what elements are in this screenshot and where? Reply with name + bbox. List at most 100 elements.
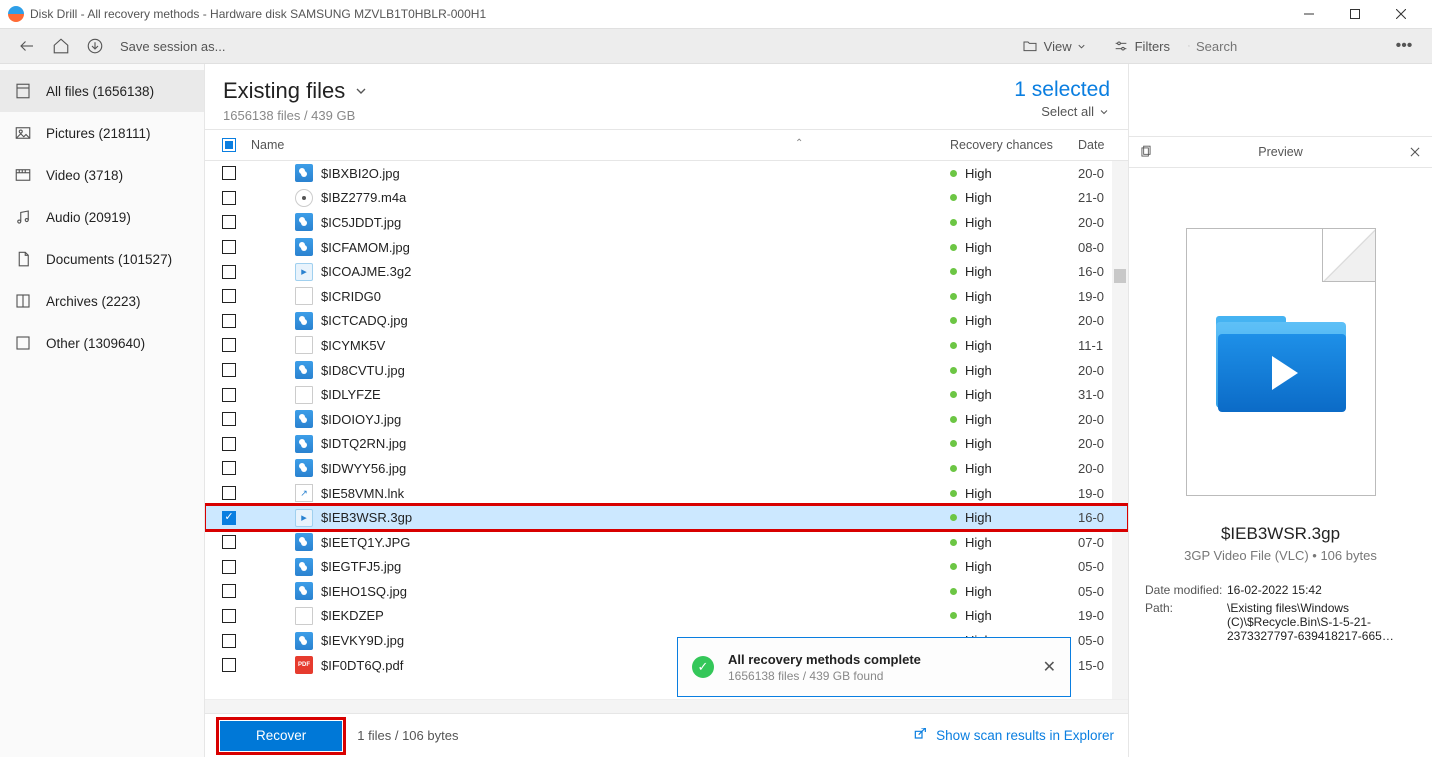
- chevron-down-icon: [1098, 106, 1110, 118]
- file-row[interactable]: $IE58VMN.lnkHigh19-0: [205, 481, 1128, 506]
- footer-status: 1 files / 106 bytes: [357, 728, 458, 743]
- copy-icon[interactable]: [1139, 145, 1153, 159]
- file-date: 16-0: [1078, 264, 1128, 279]
- file-checkbox[interactable]: [222, 511, 236, 525]
- file-checkbox[interactable]: [222, 461, 236, 475]
- maximize-button[interactable]: [1332, 0, 1378, 28]
- file-date: 19-0: [1078, 289, 1128, 304]
- search-box[interactable]: [1180, 31, 1380, 61]
- file-row[interactable]: $ICYMK5VHigh11-1: [205, 333, 1128, 358]
- file-row[interactable]: $IEHO1SQ.jpgHigh05-0: [205, 579, 1128, 604]
- file-name: $IC5JDDT.jpg: [321, 215, 950, 230]
- file-date: 31-0: [1078, 387, 1128, 402]
- file-type-icon: [295, 632, 313, 650]
- file-checkbox[interactable]: [222, 388, 236, 402]
- archive-icon: [14, 292, 32, 310]
- file-name: $IE58VMN.lnk: [321, 486, 950, 501]
- back-button[interactable]: [12, 31, 42, 61]
- file-date: 05-0: [1078, 584, 1128, 599]
- file-checkbox[interactable]: [222, 338, 236, 352]
- file-checkbox[interactable]: [222, 560, 236, 574]
- download-button[interactable]: [80, 31, 110, 61]
- file-row[interactable]: $IBXBI2O.jpgHigh20-0: [205, 161, 1128, 186]
- file-recovery-chance: High: [950, 436, 1078, 451]
- column-recovery[interactable]: Recovery chances: [950, 138, 1078, 152]
- sidebar-item-all-files[interactable]: All files (1656138): [0, 70, 204, 112]
- save-session-button[interactable]: Save session as...: [114, 39, 232, 54]
- column-date[interactable]: Date: [1078, 138, 1128, 152]
- play-icon: [1272, 356, 1298, 390]
- table-header: Name ⌃ Recovery chances Date: [205, 129, 1128, 161]
- file-checkbox[interactable]: [222, 191, 236, 205]
- file-date: 20-0: [1078, 461, 1128, 476]
- file-checkbox[interactable]: [222, 240, 236, 254]
- file-checkbox[interactable]: [222, 535, 236, 549]
- file-row[interactable]: $IDLYFZEHigh31-0: [205, 382, 1128, 407]
- home-button[interactable]: [46, 31, 76, 61]
- more-options-button[interactable]: •••: [1388, 37, 1420, 55]
- file-row[interactable]: $IEKDZEPHigh19-0: [205, 604, 1128, 629]
- file-recovery-chance: High: [950, 486, 1078, 501]
- file-recovery-chance: High: [950, 535, 1078, 550]
- file-row[interactable]: $ICOAJME.3g2High16-0: [205, 259, 1128, 284]
- document-icon: [14, 250, 32, 268]
- close-preview-button[interactable]: [1408, 145, 1422, 159]
- file-checkbox[interactable]: [222, 363, 236, 377]
- recover-highlight: Recover: [219, 720, 343, 752]
- file-recovery-chance: High: [950, 363, 1078, 378]
- file-row[interactable]: $IEB3WSR.3gpHigh16-0: [205, 505, 1128, 530]
- file-row[interactable]: $ICFAMOM.jpgHigh08-0: [205, 235, 1128, 260]
- meta-key: Date modified:: [1145, 583, 1227, 597]
- page-subtitle: 1656138 files / 439 GB: [223, 108, 369, 123]
- file-row[interactable]: $IDTQ2RN.jpgHigh20-0: [205, 432, 1128, 457]
- file-recovery-chance: High: [950, 510, 1078, 525]
- page-title[interactable]: Existing files: [223, 78, 369, 104]
- file-checkbox[interactable]: [222, 412, 236, 426]
- file-checkbox[interactable]: [222, 289, 236, 303]
- file-row[interactable]: $ICRIDG0High19-0: [205, 284, 1128, 309]
- file-row[interactable]: $ID8CVTU.jpgHigh20-0: [205, 358, 1128, 383]
- file-row[interactable]: $ICTCADQ.jpgHigh20-0: [205, 309, 1128, 334]
- file-checkbox[interactable]: [222, 609, 236, 623]
- sidebar-item-audio[interactable]: Audio (20919): [0, 196, 204, 238]
- sidebar-item-video[interactable]: Video (3718): [0, 154, 204, 196]
- file-checkbox[interactable]: [222, 584, 236, 598]
- file-checkbox[interactable]: [222, 215, 236, 229]
- select-all-checkbox[interactable]: [222, 138, 236, 152]
- recover-button[interactable]: Recover: [220, 721, 342, 751]
- file-row[interactable]: $IDOIOYJ.jpgHigh20-0: [205, 407, 1128, 432]
- file-checkbox[interactable]: [222, 658, 236, 672]
- sidebar-item-documents[interactable]: Documents (101527): [0, 238, 204, 280]
- column-name[interactable]: Name: [245, 138, 950, 152]
- file-checkbox[interactable]: [222, 634, 236, 648]
- file-checkbox[interactable]: [222, 486, 236, 500]
- file-row[interactable]: $IC5JDDT.jpgHigh20-0: [205, 210, 1128, 235]
- select-all-button[interactable]: Select all: [1014, 104, 1110, 119]
- minimize-button[interactable]: [1286, 0, 1332, 28]
- footer: Recover 1 files / 106 bytes Show scan re…: [205, 713, 1128, 757]
- sidebar-item-pictures[interactable]: Pictures (218111): [0, 112, 204, 154]
- sidebar-item-other[interactable]: Other (1309640): [0, 322, 204, 364]
- file-row[interactable]: $IBZ2779.m4aHigh21-0: [205, 186, 1128, 211]
- filters-button[interactable]: Filters: [1103, 31, 1180, 61]
- horizontal-scrollbar[interactable]: [205, 699, 1128, 713]
- file-checkbox[interactable]: [222, 437, 236, 451]
- file-type-icon: [295, 263, 313, 281]
- sidebar-item-archives[interactable]: Archives (2223): [0, 280, 204, 322]
- file-checkbox[interactable]: [222, 314, 236, 328]
- status-dot-icon: [950, 416, 957, 423]
- status-dot-icon: [950, 490, 957, 497]
- file-date: 20-0: [1078, 166, 1128, 181]
- close-button[interactable]: [1378, 0, 1424, 28]
- view-dropdown[interactable]: View: [1012, 31, 1103, 61]
- file-recovery-chance: High: [950, 190, 1078, 205]
- file-row[interactable]: $IEETQ1Y.JPGHigh07-0: [205, 530, 1128, 555]
- search-input[interactable]: [1196, 39, 1372, 54]
- file-row[interactable]: $IEGTFJ5.jpgHigh05-0: [205, 555, 1128, 580]
- file-list[interactable]: $IBXBI2O.jpgHigh20-0$IBZ2779.m4aHigh21-0…: [205, 161, 1128, 699]
- file-checkbox[interactable]: [222, 166, 236, 180]
- file-row[interactable]: $IDWYY56.jpgHigh20-0: [205, 456, 1128, 481]
- file-checkbox[interactable]: [222, 265, 236, 279]
- toast-close-button[interactable]: ✕: [1043, 657, 1056, 677]
- show-in-explorer-link[interactable]: Show scan results in Explorer: [912, 728, 1114, 744]
